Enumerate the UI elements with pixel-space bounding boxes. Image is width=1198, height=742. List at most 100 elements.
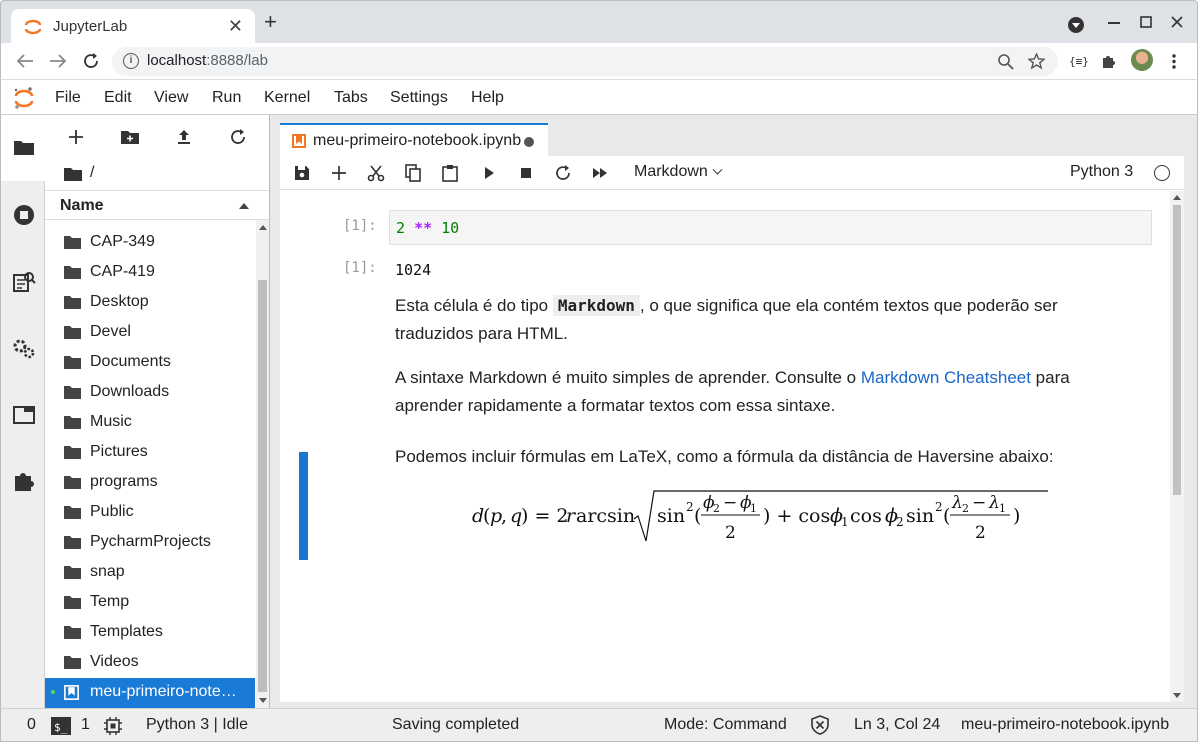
scroll-up-arrow-icon[interactable] (1173, 195, 1181, 200)
profile-menu-icon[interactable] (1067, 16, 1085, 34)
interrupt-stop-icon[interactable] (517, 164, 535, 182)
menu-kernel[interactable]: Kernel (264, 89, 310, 107)
file-list-scrollbar[interactable] (256, 220, 269, 708)
input-prompt: [1]: (343, 218, 377, 234)
more-menu-icon[interactable] (1171, 53, 1177, 70)
reload-icon[interactable] (82, 52, 100, 70)
markdown-cell-2[interactable]: A sintaxe Markdown é muito simples de ap… (395, 364, 1095, 420)
file-list-item[interactable]: Documents (45, 348, 255, 378)
menu-view[interactable]: View (154, 89, 188, 107)
file-list-item[interactable]: Devel (45, 318, 255, 348)
terminal-icon[interactable]: $_ (51, 717, 71, 735)
running-sessions-icon[interactable] (12, 203, 36, 227)
notebook-mode: Mode: Command (664, 716, 787, 733)
json-viewer-extension-icon[interactable]: {≡} (1069, 55, 1089, 68)
file-list-item[interactable]: PycharmProjects (45, 528, 255, 558)
new-folder-icon[interactable] (120, 127, 140, 147)
file-list-item[interactable]: CAP-349 (45, 228, 255, 258)
browser-toolbar: i localhost:8888/lab {≡} (0, 43, 1198, 80)
kernel-status-text[interactable]: Python 3 | Idle (146, 716, 248, 734)
menu-settings[interactable]: Settings (390, 89, 448, 107)
site-info-icon[interactable]: i (123, 53, 139, 69)
profile-avatar[interactable] (1131, 49, 1153, 71)
kernel-count[interactable]: 1 (81, 716, 90, 734)
file-list-item[interactable]: Temp (45, 588, 255, 618)
scrollbar-thumb[interactable] (1173, 205, 1181, 495)
scroll-down-arrow-icon[interactable] (259, 698, 267, 703)
forward-icon[interactable] (49, 53, 67, 69)
menu-run[interactable]: Run (212, 89, 241, 107)
file-list-header[interactable]: Name (45, 190, 269, 220)
file-list-item[interactable]: Videos (45, 648, 255, 678)
menu-edit[interactable]: Edit (104, 89, 132, 107)
trusted-shield-icon[interactable] (810, 715, 830, 735)
close-tab-icon[interactable]: ✕ (228, 16, 243, 37)
kernel-name[interactable]: Python 3 (1070, 163, 1133, 181)
code-output: 1024 (395, 261, 432, 279)
markdown-cheatsheet-link[interactable]: Markdown Cheatsheet (861, 368, 1031, 387)
svg-text:sin: sin (657, 505, 685, 527)
file-list-item[interactable]: programs (45, 468, 255, 498)
folder-icon[interactable] (12, 136, 36, 160)
new-tab-button[interactable]: + (264, 11, 277, 33)
file-list-item[interactable]: Pictures (45, 438, 255, 468)
file-list-item[interactable]: Music (45, 408, 255, 438)
file-name: Music (90, 413, 132, 430)
scrollbar-thumb[interactable] (258, 280, 267, 692)
paste-clipboard-icon[interactable] (441, 164, 459, 182)
restart-kernel-icon[interactable] (554, 164, 572, 182)
markdown-cell-3[interactable]: Podemos incluir fórmulas em LaTeX, como … (395, 443, 1115, 471)
column-name-header[interactable]: Name (60, 197, 104, 215)
run-play-icon[interactable] (480, 164, 498, 182)
file-list-item[interactable]: Templates (45, 618, 255, 648)
extension-manager-puzzle-icon[interactable] (12, 469, 36, 493)
refresh-icon[interactable] (228, 127, 248, 147)
restart-run-all-icon[interactable] (591, 164, 609, 182)
zoom-icon[interactable] (997, 53, 1014, 70)
scroll-down-arrow-icon[interactable] (1173, 693, 1181, 698)
maximize-icon[interactable] (1140, 16, 1152, 28)
save-icon[interactable] (293, 164, 311, 182)
file-name: Templates (90, 623, 163, 640)
scroll-up-arrow-icon[interactable] (259, 225, 267, 230)
notebook-tab[interactable]: meu-primeiro-notebook.ipynb (280, 123, 548, 156)
home-folder-icon[interactable] (64, 167, 82, 181)
breadcrumb-root[interactable]: / (90, 164, 94, 182)
new-launcher-plus-icon[interactable] (66, 127, 86, 147)
open-tabs-icon[interactable] (12, 403, 36, 427)
cursor-position[interactable]: Ln 3, Col 24 (854, 716, 940, 734)
file-list-item[interactable]: meu-primeiro-note… (45, 678, 255, 708)
notebook-scrollbar[interactable] (1170, 191, 1184, 702)
minimize-icon[interactable] (1108, 22, 1122, 26)
cell-type-dropdown[interactable]: Markdown (634, 163, 723, 181)
menu-file[interactable]: File (55, 89, 81, 107)
address-bar[interactable]: i localhost:8888/lab (112, 47, 1058, 76)
terminal-count[interactable]: 0 (27, 716, 36, 734)
browser-tab-jupyterlab[interactable]: JupyterLab ✕ (11, 9, 255, 44)
file-list-item[interactable]: Public (45, 498, 255, 528)
file-list-item[interactable]: snap (45, 558, 255, 588)
upload-icon[interactable] (174, 127, 194, 147)
file-list-item[interactable]: Downloads (45, 378, 255, 408)
notebook-cells[interactable]: [1]: 2 ** 10 [1]: 1024 Esta célula é do … (280, 191, 1170, 702)
kernel-chip-icon[interactable] (104, 717, 122, 735)
window-close-icon[interactable] (1171, 16, 1183, 28)
unsaved-dot-icon[interactable] (524, 137, 534, 147)
menu-help[interactable]: Help (471, 89, 504, 107)
cut-scissors-icon[interactable] (367, 164, 385, 182)
file-list-item[interactable]: CAP-419 (45, 258, 255, 288)
bookmark-star-icon[interactable] (1028, 53, 1045, 70)
property-inspector-gears-icon[interactable] (12, 337, 36, 361)
sort-ascending-icon[interactable] (239, 203, 249, 209)
code-cell-editor[interactable]: 2 ** 10 (389, 210, 1152, 245)
markdown-cell-1[interactable]: Esta célula é do tipo Markdown, o que si… (395, 292, 1095, 348)
menu-tabs[interactable]: Tabs (334, 89, 368, 107)
active-cell-indicator[interactable] (299, 452, 308, 560)
insert-cell-plus-icon[interactable] (330, 164, 348, 182)
url-text[interactable]: localhost:8888/lab (147, 52, 268, 69)
back-icon[interactable] (16, 53, 34, 69)
extensions-puzzle-icon[interactable] (1100, 53, 1117, 70)
commands-palette-icon[interactable] (12, 270, 36, 294)
copy-icon[interactable] (404, 164, 422, 182)
file-list-item[interactable]: Desktop (45, 288, 255, 318)
